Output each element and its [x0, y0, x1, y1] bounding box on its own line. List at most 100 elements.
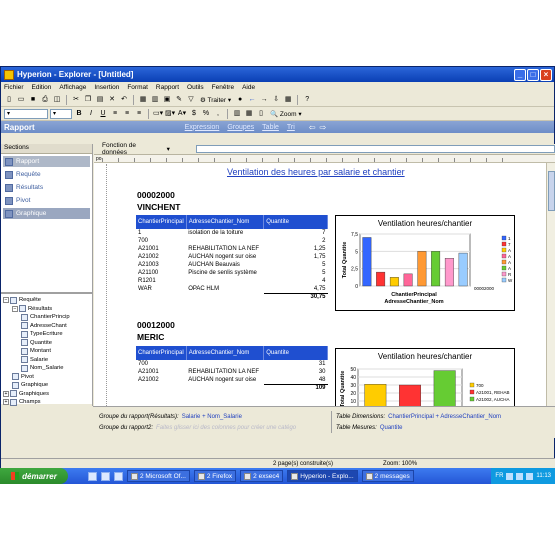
table-row[interactable]: A21003 AUCHAN Beauvais 5 [136, 261, 328, 269]
align-center-icon[interactable]: ≡ [122, 109, 132, 119]
tree-item[interactable]: Quantite [3, 339, 90, 348]
menu-rapport[interactable]: Rapport [155, 84, 180, 91]
forward-arrow-icon[interactable]: → [259, 95, 269, 105]
paste-icon[interactable]: ▤ [95, 95, 105, 105]
section-resultats[interactable]: Résultats [3, 182, 90, 193]
chart-1[interactable]: Ventilation heures/chantier 0 2,5 5 7,5 Tota… [335, 215, 515, 311]
chart-2[interactable]: Ventilation heures/chantier 01020304050T… [335, 348, 515, 409]
section-pivot[interactable]: Pivot [3, 195, 90, 206]
open-icon[interactable]: ▭ [16, 95, 26, 105]
table-row[interactable]: A21001 REHABILITATION LA NEF 1,25 [136, 245, 328, 253]
preview-icon[interactable]: ◫ [52, 95, 62, 105]
section-graphique[interactable]: Graphique [3, 208, 90, 219]
expand-icon[interactable]: + [3, 390, 9, 397]
italic-icon[interactable]: I [86, 109, 96, 119]
start-button[interactable]: démarrer [0, 468, 68, 484]
bold-icon[interactable]: B [74, 109, 84, 119]
taskbar-item[interactable]: 2 exsec4 [240, 470, 284, 482]
tree-item[interactable]: Salarie [3, 356, 90, 365]
percent-icon[interactable]: % [201, 109, 211, 119]
table-row[interactable]: 700 2 [136, 237, 328, 245]
menu-fenetre[interactable]: Fenêtre [211, 84, 235, 91]
taskbar-item[interactable]: 2 messages [361, 470, 414, 482]
col-header[interactable]: ChantierPrincipal [136, 346, 187, 360]
filter-icon[interactable]: ▽ [186, 95, 196, 105]
table-measures-row[interactable]: Table Mesures: Quantite [336, 422, 549, 433]
new-icon[interactable]: ▯ [4, 95, 14, 105]
quicklaunch-icon[interactable] [88, 471, 97, 481]
align-right-icon[interactable]: ≡ [134, 109, 144, 119]
table-measures-value[interactable]: Quantite [380, 425, 403, 431]
tree-item[interactable]: Montant [3, 347, 90, 356]
lock-icon[interactable]: ▣ [162, 95, 172, 105]
col-header[interactable]: Quantite [263, 346, 328, 360]
menu-edition[interactable]: Edition [31, 84, 53, 91]
table-row[interactable]: R1201 4 [136, 277, 328, 285]
table-row[interactable]: 700 31 [136, 360, 328, 368]
align-left-icon[interactable]: ≡ [110, 109, 120, 119]
table-icon[interactable]: ▦ [244, 109, 254, 119]
print-icon[interactable]: ⎙ [40, 95, 50, 105]
link-tri[interactable]: Tri [287, 124, 295, 131]
stop-icon[interactable]: ● [235, 95, 245, 105]
report-group-1-value[interactable]: Salarie + Nom_Salarie [182, 414, 242, 420]
delete-icon[interactable]: ✕ [107, 95, 117, 105]
fill-color-icon[interactable]: ▨▾ [165, 109, 175, 119]
tree-item[interactable]: − Résultats [3, 305, 90, 314]
report-group-1-row[interactable]: Groupe du rapport(Résultats): Salarie + … [99, 411, 324, 422]
help-icon[interactable]: ? [302, 95, 312, 105]
menu-outils[interactable]: Outils [186, 84, 205, 91]
tree-item[interactable]: ChantierPrincip [3, 313, 90, 322]
table-row[interactable]: 1 isolation de la toiture 7 [136, 229, 328, 237]
taskbar-item[interactable]: 2 Microsoft Of... [127, 470, 190, 482]
tray-icon[interactable] [516, 472, 524, 480]
currency-icon[interactable]: $ [189, 109, 199, 119]
link-groupes[interactable]: Groupes [227, 124, 254, 131]
table-row[interactable]: WAR OPAC HLM 4,75 [136, 285, 328, 293]
save-icon[interactable]: ■ [28, 95, 38, 105]
minimize-button[interactable]: _ [514, 68, 526, 81]
traiter-button[interactable]: ⚙ Traiter ▾ [198, 96, 233, 104]
table-row[interactable]: A21002 AUCHAN nogent sur oise 48 [136, 376, 328, 384]
tray-icon[interactable] [506, 472, 514, 480]
back-arrow-icon[interactable]: ← [247, 95, 257, 105]
report-title[interactable]: Ventilation des heures par salarie et ch… [227, 167, 405, 177]
pencil-icon[interactable]: ✎ [174, 95, 184, 105]
cut-icon[interactable]: ✂ [71, 95, 81, 105]
font-color-icon[interactable]: A▾ [177, 109, 187, 119]
tree-item[interactable]: + Graphiques [3, 390, 90, 399]
tree-item[interactable]: + Champs [3, 398, 90, 407]
taskbar-item[interactable]: 2 Firefox [193, 470, 237, 482]
chart-icon[interactable]: ▥ [232, 109, 242, 119]
col-header[interactable]: AdresseChantier_Nom [186, 346, 265, 360]
quicklaunch-icon[interactable] [101, 471, 110, 481]
font-select[interactable]: ▾ [4, 108, 48, 119]
close-button[interactable]: × [540, 68, 552, 81]
table-row[interactable]: A21001 REHABILITATION LA NEF 30 [136, 368, 328, 376]
expand-icon[interactable]: + [3, 399, 9, 406]
report-table-1[interactable]: ChantierPrincipal AdresseChantier_Nom Qu… [136, 215, 328, 301]
vertical-scrollbar[interactable] [546, 163, 555, 406]
col-header[interactable]: Quantite [263, 215, 328, 229]
table-row[interactable]: A21002 AUCHAN nogent sur oise 1,75 [136, 253, 328, 261]
table-dimensions-row[interactable]: Table Dimensions: ChantierPrincipal + Ad… [336, 411, 549, 422]
col-header[interactable]: ChantierPrincipal [136, 215, 187, 229]
copy-icon[interactable]: ❐ [83, 95, 93, 105]
report-table-2[interactable]: ChantierPrincipal AdresseChantier_Nom Qu… [136, 346, 328, 392]
taskbar-item-active[interactable]: Hyperion - Explo... [287, 470, 358, 482]
nav-forward-icon[interactable]: ⇨ [320, 123, 327, 132]
tree-item[interactable]: − Requête [3, 296, 90, 305]
tree-item[interactable]: Graphique [3, 381, 90, 390]
maximize-button[interactable]: □ [527, 68, 539, 81]
menu-aide[interactable]: Aide [241, 84, 256, 91]
link-expression[interactable]: Expression [185, 124, 220, 131]
nav-back-icon[interactable]: ⇦ [309, 123, 316, 132]
tree-item[interactable]: AdresseChant [3, 322, 90, 331]
border-icon[interactable]: ▭▾ [153, 109, 163, 119]
tray-icon[interactable] [526, 472, 534, 480]
layout-icon[interactable]: ▥ [150, 95, 160, 105]
scroll-thumb[interactable] [548, 171, 555, 211]
menu-insertion[interactable]: Insertion [93, 84, 120, 91]
section-rapport[interactable]: Rapport [3, 156, 90, 167]
function-dropdown-icon[interactable]: ▾ [167, 145, 170, 153]
